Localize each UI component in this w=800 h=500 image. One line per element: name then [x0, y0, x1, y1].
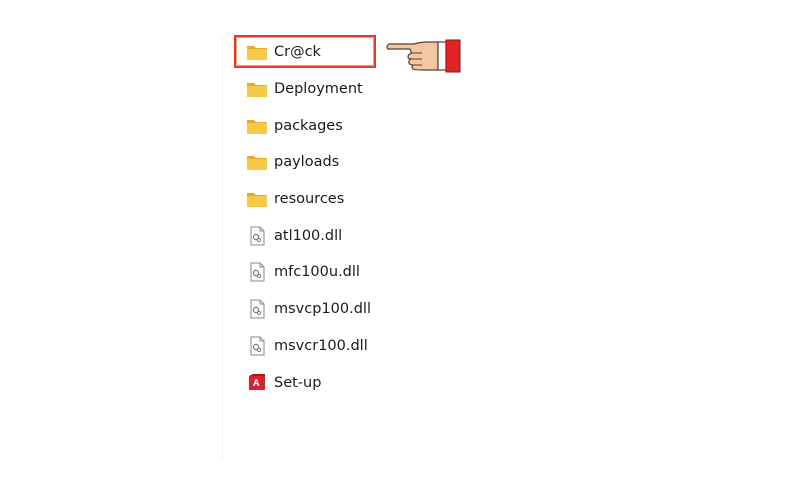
dll-file-icon [246, 335, 268, 357]
pointing-hand-icon [384, 34, 462, 74]
file-list: Cr@ck Deployment packages payloads resou [234, 34, 396, 401]
folder-icon [246, 188, 268, 210]
file-name: Deployment [274, 81, 363, 98]
file-row-msvcr100-dll[interactable]: msvcr100.dll [236, 328, 396, 365]
file-row-msvcp100-dll[interactable]: msvcp100.dll [236, 291, 396, 328]
dll-file-icon [246, 298, 268, 320]
file-row-payloads-folder[interactable]: payloads [236, 144, 396, 181]
file-name: payloads [274, 154, 340, 171]
file-row-mfc100u-dll[interactable]: mfc100u.dll [236, 254, 396, 291]
file-explorer-window: Cr@ck Deployment packages payloads resou [0, 0, 800, 500]
file-name: atl100.dll [274, 227, 343, 244]
file-row-deployment-folder[interactable]: Deployment [236, 71, 396, 108]
file-row-crack-folder[interactable]: Cr@ck [234, 34, 396, 71]
folder-icon [246, 41, 268, 63]
file-name: Cr@ck [274, 44, 321, 61]
file-name: mfc100u.dll [274, 264, 360, 281]
folder-icon [246, 151, 268, 173]
dll-file-icon [246, 225, 268, 247]
file-name: Set-up [274, 374, 322, 391]
file-name: packages [274, 117, 343, 134]
file-row-resources-folder[interactable]: resources [236, 181, 396, 218]
folder-icon [246, 78, 268, 100]
file-row-packages-folder[interactable]: packages [236, 107, 396, 144]
folder-icon [246, 115, 268, 137]
file-name: resources [274, 191, 345, 208]
dll-file-icon [246, 261, 268, 283]
adobe-setup-icon [246, 372, 268, 394]
file-row-atl100-dll[interactable]: atl100.dll [236, 217, 396, 254]
pane-divider [222, 36, 223, 460]
file-name: msvcp100.dll [274, 301, 371, 318]
file-name: msvcr100.dll [274, 337, 368, 354]
file-row-setup-exe[interactable]: Set-up [236, 364, 396, 401]
